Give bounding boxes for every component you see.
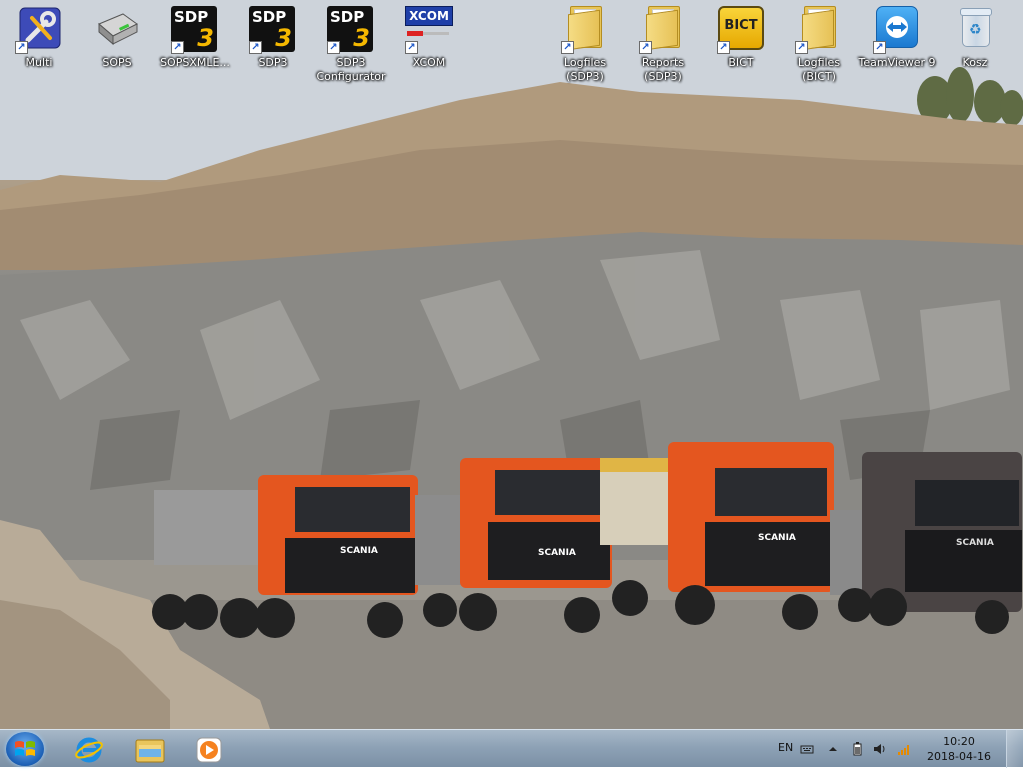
- desktop-icon-label-line2: Configurator: [316, 70, 386, 83]
- shortcut-arrow-icon: ↗: [795, 41, 808, 54]
- clock-time: 10:20: [943, 735, 975, 748]
- folder-icon: ↗: [795, 6, 843, 54]
- keyboard-icon[interactable]: [800, 742, 814, 756]
- xcom-icon: XCOM ↗: [405, 6, 453, 54]
- desktop-icon-label-line1: Reports: [641, 56, 685, 69]
- sdp3-icon: SDP 3 ↗: [249, 6, 297, 54]
- network-signal-icon[interactable]: [897, 742, 911, 756]
- internet-explorer-icon: [75, 737, 103, 763]
- desktop-icon-label-line1: Logfiles: [797, 56, 841, 69]
- desktop-icon-reports-sdp3[interactable]: ↗ Reports (SDP3): [624, 0, 702, 84]
- shortcut-arrow-icon: ↗: [639, 41, 652, 54]
- desktop-icon-sdp3[interactable]: SDP 3 ↗ SDP3: [234, 0, 312, 70]
- truck-1: SCANIA: [152, 475, 418, 638]
- shortcut-arrow-icon: ↗: [249, 41, 262, 54]
- bict-icon: BICT ↗: [717, 6, 765, 54]
- show-desktop-button[interactable]: [1006, 730, 1023, 768]
- quarry-scene: SCANIA SCANIA SCANIA SCANIA: [0, 0, 1023, 729]
- desktop-icon-label: Kosz: [962, 56, 988, 69]
- folder-icon: ↗: [639, 6, 687, 54]
- truck-3-brand: SCANIA: [758, 533, 796, 543]
- sdp3-icon: SDP 3 ↗: [327, 6, 375, 54]
- sops-drive-icon: [93, 6, 141, 54]
- taskbar: EN 10:20 2018-04-16: [0, 729, 1023, 768]
- desktop-icon-label: SDP3: [258, 56, 288, 69]
- windows-logo-icon: [15, 741, 35, 756]
- desktop-icon-sdp3-configurator[interactable]: SDP 3 ↗ SDP3 Configurator: [312, 0, 390, 84]
- desktop-icon-logfiles-bict[interactable]: ↗ Logfiles (BICT): [780, 0, 858, 84]
- desktop-icon-label: TeamViewer 9: [858, 56, 936, 69]
- shortcut-arrow-icon: ↗: [327, 41, 340, 54]
- folder-icon: ↗: [561, 6, 609, 54]
- media-player-icon: [196, 737, 222, 763]
- desktop-icon-label-line2: (SDP3): [566, 70, 604, 83]
- desktop-icon-sops[interactable]: SOPS: [78, 0, 156, 70]
- taskbar-media-player[interactable]: [182, 732, 236, 766]
- volume-icon[interactable]: [873, 742, 887, 756]
- clock-date: 2018-04-16: [927, 750, 991, 763]
- desktop-icon-sopsxmle[interactable]: SDP 3 ↗ SOPSXMLE...: [156, 0, 234, 70]
- sdp3-icon: SDP 3 ↗: [171, 6, 219, 54]
- desktop-icon-label-line1: Logfiles: [563, 56, 607, 69]
- desktop-icon-label-line2: (SDP3): [644, 70, 682, 83]
- shortcut-arrow-icon: ↗: [873, 41, 886, 54]
- desktop-icon-label: SOPSXMLE...: [160, 56, 230, 69]
- teamviewer-icon: ↗: [873, 6, 921, 54]
- language-indicator[interactable]: EN: [778, 741, 793, 779]
- recycle-bin-icon: ♻: [951, 6, 999, 54]
- desktop-icon-label: XCOM: [412, 56, 446, 69]
- shortcut-arrow-icon: ↗: [561, 41, 574, 54]
- desktop-icon-xcom[interactable]: XCOM ↗ XCOM: [390, 0, 468, 70]
- truck-2-brand: SCANIA: [538, 548, 576, 558]
- desktop-icon-label: BICT: [728, 56, 754, 69]
- shortcut-arrow-icon: ↗: [171, 41, 184, 54]
- show-hidden-icons-chevron-icon[interactable]: [826, 742, 840, 756]
- desktop-wallpaper: SCANIA SCANIA SCANIA SCANIA: [0, 0, 1023, 729]
- system-clock[interactable]: 10:20 2018-04-16: [922, 734, 996, 764]
- taskbar-internet-explorer[interactable]: [62, 732, 116, 766]
- truck-4-brand: SCANIA: [956, 538, 994, 548]
- shortcut-arrow-icon: ↗: [405, 41, 418, 54]
- desktop-icon-label-line2: (BICT): [802, 70, 836, 83]
- desktop-icon-label: Multi: [25, 56, 53, 69]
- shortcut-arrow-icon: ↗: [15, 41, 28, 54]
- desktop-icon-multi[interactable]: ↗ Multi: [0, 0, 78, 70]
- desktop-icon-logfiles-sdp3[interactable]: ↗ Logfiles (SDP3): [546, 0, 624, 84]
- multi-tools-icon: ↗: [15, 6, 63, 54]
- start-button[interactable]: [6, 732, 44, 766]
- taskbar-windows-explorer[interactable]: [122, 732, 176, 766]
- shortcut-arrow-icon: ↗: [717, 41, 730, 54]
- windows-explorer-icon: [135, 739, 165, 763]
- desktop-icon-teamviewer[interactable]: ↗ TeamViewer 9: [858, 0, 936, 70]
- truck-1-brand: SCANIA: [340, 546, 378, 556]
- desktop-icon-recycle-bin[interactable]: ♻ Kosz: [936, 0, 1014, 70]
- desktop-icon-bict[interactable]: BICT ↗ BICT: [702, 0, 780, 70]
- desktop-icon-label-line1: SDP3: [336, 56, 366, 69]
- desktop-icon-label: SOPS: [102, 56, 132, 69]
- battery-icon[interactable]: [850, 742, 864, 756]
